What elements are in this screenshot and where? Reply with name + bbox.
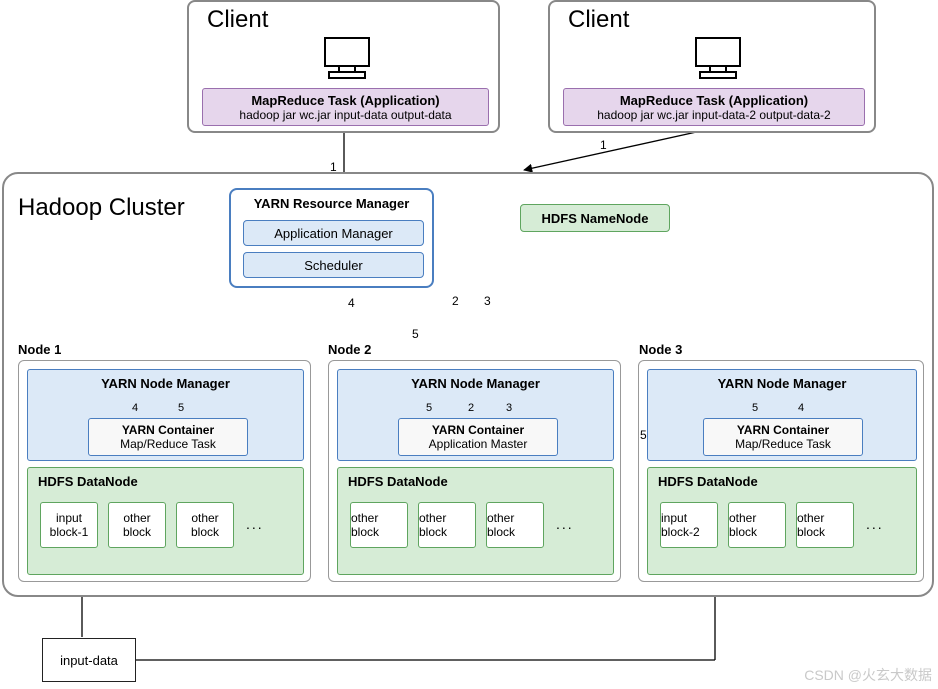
node1-nm: YARN Node Manager — [28, 376, 303, 391]
hdfs-namenode: HDFS NameNode — [520, 204, 670, 232]
input-data-box: input-data — [42, 638, 136, 682]
node3-ct-title: YARN Container — [737, 423, 829, 437]
node2-label: Node 2 — [328, 342, 371, 357]
edge-3: 3 — [484, 294, 491, 308]
node3-yarn: YARN Node Manager 5 4 YARN Container Map… — [647, 369, 917, 461]
node1-ell: ... — [246, 516, 264, 532]
node2-num-r: 3 — [506, 402, 512, 414]
yarn-rm: YARN Resource Manager Application Manage… — [229, 188, 434, 288]
node3-dn-title: HDFS DataNode — [658, 474, 758, 489]
node1-blk1: other block — [108, 502, 166, 548]
node2-ell: ... — [556, 516, 574, 532]
node3-num-l: 5 — [752, 402, 758, 414]
node2-nm: YARN Node Manager — [338, 376, 613, 391]
edge-4: 4 — [348, 296, 355, 310]
node3-container: YARN Container Map/Reduce Task — [703, 418, 863, 456]
node1-yarn: YARN Node Manager 4 5 YARN Container Map… — [27, 369, 304, 461]
node2-num-l: 5 — [426, 402, 432, 414]
node1-ct-role: Map/Reduce Task — [120, 437, 216, 451]
client2-task: MapReduce Task (Application) hadoop jar … — [563, 88, 865, 126]
monitor-icon — [319, 36, 375, 82]
node1-num-l: 4 — [132, 402, 138, 414]
blk-text: input block-2 — [661, 511, 717, 539]
node2-container: YARN Container Application Master — [398, 418, 558, 456]
node1-datanode: HDFS DataNode input block-1 other block … — [27, 467, 304, 575]
rm-appmgr: Application Manager — [243, 220, 424, 246]
node3: YARN Node Manager 5 4 YARN Container Map… — [638, 360, 924, 582]
node2-blk1: other block — [418, 502, 476, 548]
client1-box: Client MapReduce Task (Application) hado… — [187, 0, 500, 133]
blk-text: other block — [419, 511, 475, 539]
node1-dn-title: HDFS DataNode — [38, 474, 138, 489]
node2-yarn: YARN Node Manager 5 2 3 YARN Container A… — [337, 369, 614, 461]
client1-task-cmd: hadoop jar wc.jar input-data output-data — [239, 108, 451, 122]
blk-text: other block — [797, 511, 853, 539]
client2-task-cmd: hadoop jar wc.jar input-data-2 output-da… — [597, 108, 830, 122]
edge-5b: 5 — [640, 428, 647, 442]
node3-ct-role: Map/Reduce Task — [735, 437, 831, 451]
monitor-icon — [690, 36, 746, 82]
node3-blk1: other block — [728, 502, 786, 548]
edge-1b: 1 — [600, 138, 607, 152]
cluster-title: Hadoop Cluster — [18, 194, 185, 222]
node2-blk0: other block — [350, 502, 408, 548]
node1-blk0: input block-1 — [40, 502, 98, 548]
rm-title: YARN Resource Manager — [231, 196, 432, 211]
blk-text: other block — [109, 511, 165, 539]
client1-title: Client — [207, 6, 268, 34]
client2-title: Client — [568, 6, 629, 34]
node1-ct-title: YARN Container — [122, 423, 214, 437]
node2-dn-title: HDFS DataNode — [348, 474, 448, 489]
blk-text: other block — [729, 511, 785, 539]
blk-text: input block-1 — [41, 511, 97, 539]
watermark: CSDN @火玄大数据 — [804, 665, 932, 685]
blk-text: other block — [487, 511, 543, 539]
node2-datanode: HDFS DataNode other block other block ot… — [337, 467, 614, 575]
node3-ell: ... — [866, 516, 884, 532]
node3-datanode: HDFS DataNode input block-2 other block … — [647, 467, 917, 575]
node3-nm: YARN Node Manager — [648, 376, 916, 391]
node1-label: Node 1 — [18, 342, 61, 357]
node2-blk2: other block — [486, 502, 544, 548]
node1-num-r: 5 — [178, 402, 184, 414]
node2-ct-role: Application Master — [429, 437, 528, 451]
edge-5-left: 5 — [412, 327, 419, 341]
node1-container: YARN Container Map/Reduce Task — [88, 418, 248, 456]
blk-text: other block — [177, 511, 233, 539]
node2-num-m: 2 — [468, 402, 474, 414]
node1-blk2: other block — [176, 502, 234, 548]
node3-blk0: input block-2 — [660, 502, 718, 548]
edge-2: 2 — [452, 294, 459, 308]
node1: YARN Node Manager 4 5 YARN Container Map… — [18, 360, 311, 582]
hadoop-cluster: Hadoop Cluster YARN Resource Manager App… — [2, 172, 934, 597]
rm-scheduler: Scheduler — [243, 252, 424, 278]
node3-num-r: 4 — [798, 402, 804, 414]
edge-1a: 1 — [330, 160, 337, 174]
node2: YARN Node Manager 5 2 3 YARN Container A… — [328, 360, 621, 582]
node3-blk2: other block — [796, 502, 854, 548]
blk-text: other block — [351, 511, 407, 539]
client2-task-title: MapReduce Task (Application) — [620, 93, 808, 108]
node2-ct-title: YARN Container — [432, 423, 524, 437]
client2-box: Client MapReduce Task (Application) hado… — [548, 0, 876, 133]
client1-task: MapReduce Task (Application) hadoop jar … — [202, 88, 489, 126]
client1-task-title: MapReduce Task (Application) — [251, 93, 439, 108]
node3-label: Node 3 — [639, 342, 682, 357]
